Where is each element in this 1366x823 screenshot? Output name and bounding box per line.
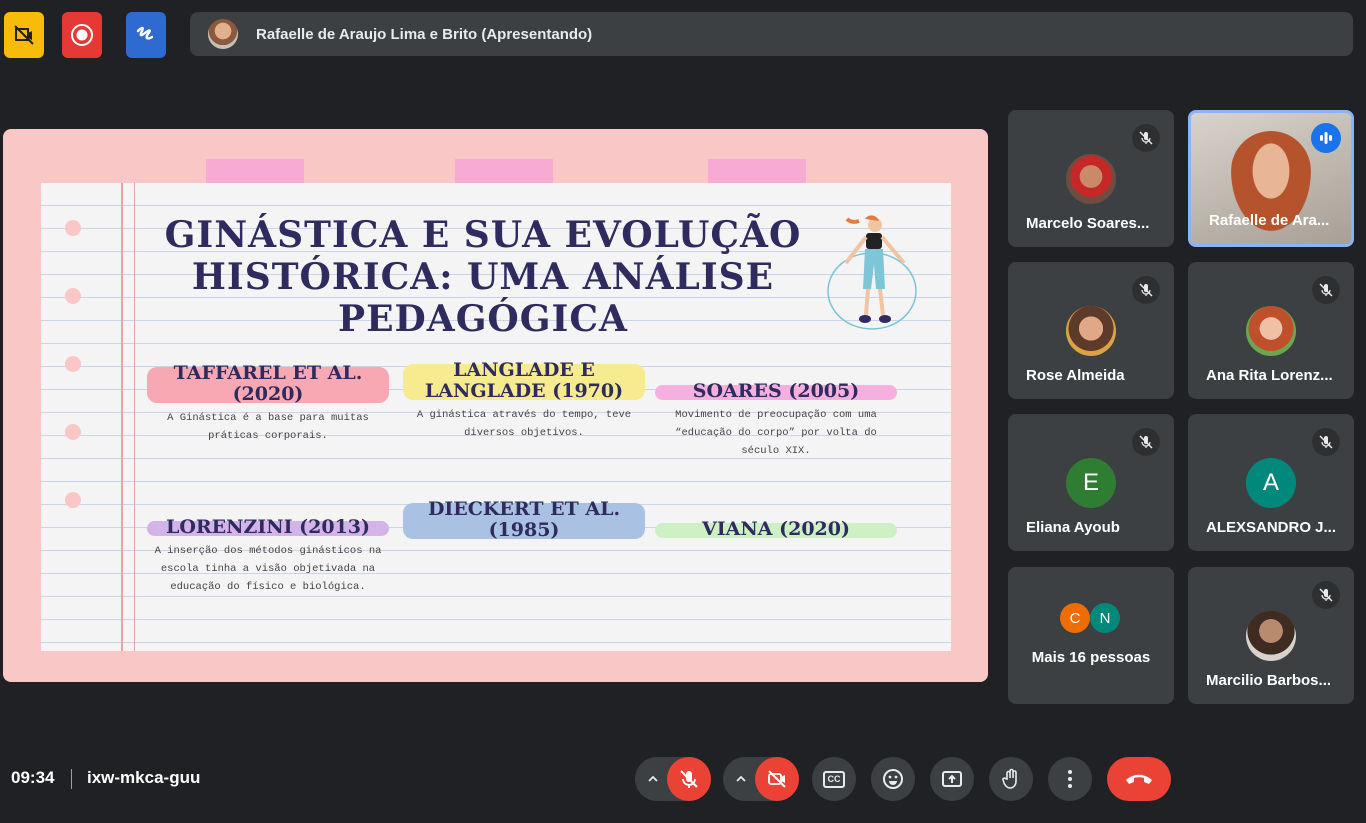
whiteboard-icon (136, 26, 154, 40)
camera-toggle-button[interactable] (755, 757, 799, 801)
presenter-bar[interactable]: Rafaelle de Araujo Lima e Brito (Apresen… (190, 12, 1353, 56)
end-call-button[interactable] (1107, 757, 1171, 801)
mic-off-icon (1312, 276, 1340, 304)
avatar: C (1060, 603, 1090, 633)
participant-tile[interactable]: E Eliana Ayoub (1008, 414, 1174, 551)
avatar: N (1090, 603, 1120, 633)
camera-off-icon (768, 770, 786, 788)
raise-hand-button[interactable] (989, 757, 1033, 801)
chevron-up-icon[interactable] (647, 773, 659, 785)
presenter-avatar (208, 19, 238, 49)
column-text: Movimento de preocupação com uma “educaç… (675, 409, 877, 457)
jump-rope-illustration (827, 215, 917, 330)
avatar: E (1066, 458, 1116, 508)
avatar (1066, 306, 1116, 356)
avatar (1066, 154, 1116, 204)
captions-icon: CC (823, 770, 845, 788)
more-participants-label: Mais 16 pessoas (1031, 649, 1151, 666)
participant-name: Marcilio Barbos... (1206, 672, 1332, 689)
raise-hand-icon (1002, 768, 1017, 789)
participant-name: Rose Almeida (1026, 367, 1125, 384)
more-options-button[interactable] (1048, 757, 1092, 801)
no-camera-sign-button[interactable] (4, 12, 44, 58)
participant-tile-speaking[interactable]: Rafaelle de Ara... (1188, 110, 1354, 247)
meeting-code: ixw-mkca-guu (87, 768, 201, 787)
participant-name: ALEXSANDRO J... (1206, 519, 1337, 536)
content-column: VIANA (2020) (655, 518, 897, 544)
paper-hole (65, 220, 81, 236)
column-text: A ginástica através do tempo, teve diver… (416, 409, 632, 439)
column-title: LANGLADE E LANGLADE (1970) (424, 359, 624, 402)
avatar-initial: N (1099, 609, 1111, 627)
camera-control-group[interactable] (723, 757, 799, 801)
presenter-label: Rafaelle de Araujo Lima e Brito (Apresen… (256, 25, 593, 43)
column-text: A Ginástica é a base para muitas prática… (167, 412, 369, 442)
avatar (1246, 306, 1296, 356)
mic-off-icon (1312, 581, 1340, 609)
column-text: A inserção dos métodos ginásticos na esc… (154, 545, 382, 593)
avatar (1246, 611, 1296, 661)
participant-tile[interactable]: Marcelo Soares... (1008, 110, 1174, 247)
divider (71, 769, 72, 789)
content-column: LANGLADE E LANGLADE (1970) A ginástica a… (403, 359, 645, 442)
participant-name: Marcelo Soares... (1026, 215, 1150, 232)
participant-tile[interactable]: A ALEXSANDRO J... (1188, 414, 1354, 551)
content-column: SOARES (2005) Movimento de preocupação c… (655, 380, 897, 460)
mic-off-icon (1132, 124, 1160, 152)
more-icon (1068, 770, 1072, 788)
slide-title: GINÁSTICA E SUA EVOLUÇÃO HISTÓRICA: UMA … (164, 214, 802, 340)
paper-hole (65, 288, 81, 304)
column-title: VIANA (2020) (702, 518, 850, 540)
content-column: LORENZINI (2013) A inserção dos métodos … (147, 516, 389, 596)
participant-tile[interactable]: Ana Rita Lorenz... (1188, 262, 1354, 399)
end-call-icon (1126, 774, 1152, 784)
content-column: TAFFAREL ET AL. (2020) A Ginástica é a b… (147, 363, 389, 445)
mic-off-icon (680, 770, 698, 788)
participant-name: Eliana Ayoub (1026, 519, 1120, 536)
emoji-reaction-button[interactable] (871, 757, 915, 801)
avatar-initial: A (1262, 469, 1279, 496)
whiteboard-button[interactable] (126, 12, 166, 58)
avatar: A (1246, 458, 1296, 508)
content-column: DIECKERT ET AL. (1985) (403, 499, 645, 545)
more-participants-tile[interactable]: C N Mais 16 pessoas (1008, 567, 1174, 704)
paper-hole (65, 492, 81, 508)
captions-label: CC (827, 774, 841, 784)
column-title: LORENZINI (2013) (165, 516, 371, 538)
mic-off-icon (1132, 428, 1160, 456)
participant-tile[interactable]: Rose Almeida (1008, 262, 1174, 399)
paper-hole (65, 424, 81, 440)
chevron-up-icon[interactable] (735, 773, 747, 785)
mic-control-group[interactable] (635, 757, 711, 801)
participant-name: Ana Rita Lorenz... (1206, 367, 1333, 384)
record-icon (71, 24, 93, 46)
avatar-initial: E (1082, 469, 1099, 496)
record-button[interactable] (62, 12, 102, 58)
presentation-slide: GINÁSTICA E SUA EVOLUÇÃO HISTÓRICA: UMA … (3, 129, 988, 682)
participant-name: Rafaelle de Ara... (1209, 212, 1330, 229)
mic-off-icon (1312, 428, 1340, 456)
meeting-time: 09:34 (11, 768, 55, 787)
mic-toggle-button[interactable] (667, 757, 711, 801)
participant-tile[interactable]: Marcilio Barbos... (1188, 567, 1354, 704)
present-button[interactable] (930, 757, 974, 801)
avatar-initial: C (1069, 609, 1081, 627)
mic-off-icon (1132, 276, 1160, 304)
speaking-indicator-icon (1311, 123, 1341, 153)
paper-hole (65, 356, 81, 372)
captions-button[interactable]: CC (812, 757, 856, 801)
emoji-icon (883, 769, 903, 789)
column-title: SOARES (2005) (692, 380, 860, 402)
present-icon (942, 771, 962, 787)
no-camera-sign-icon (14, 25, 34, 45)
